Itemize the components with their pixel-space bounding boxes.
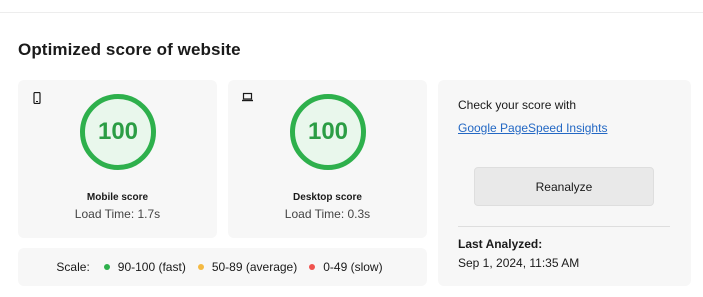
desktop-score-gauge: 100 bbox=[290, 94, 366, 170]
desktop-score-label: Desktop score bbox=[293, 192, 362, 203]
desktop-load-time: Load Time: 0.3s bbox=[284, 207, 371, 221]
scale-item-label: 0-49 (slow) bbox=[323, 260, 383, 274]
scale-item-slow: 0-49 (slow) bbox=[309, 260, 383, 274]
green-dot-icon bbox=[103, 264, 110, 270]
scale-item-label: 90-100 (fast) bbox=[117, 260, 186, 274]
mobile-score-card: 100 Mobile score Load Time: 1.7s bbox=[18, 80, 217, 238]
red-dot-icon bbox=[309, 264, 316, 270]
mobile-phone-icon bbox=[32, 92, 42, 104]
scale-item-average: 50-89 (average) bbox=[197, 260, 298, 274]
analysis-panel: Check your score with Google PageSpeed I… bbox=[438, 80, 691, 286]
desktop-score-value: 100 bbox=[307, 118, 349, 145]
laptop-icon bbox=[242, 92, 253, 104]
panel-divider bbox=[458, 226, 670, 227]
pagespeed-insights-link[interactable]: Google PageSpeed Insights bbox=[458, 121, 607, 135]
top-divider bbox=[0, 12, 703, 13]
mobile-score-gauge: 100 bbox=[80, 94, 156, 170]
scale-legend: Scale: 90-100 (fast) 50-89 (average) 0-4… bbox=[18, 248, 427, 286]
desktop-score-card: 100 Desktop score Load Time: 0.3s bbox=[228, 80, 427, 238]
scale-item-fast: 90-100 (fast) bbox=[103, 260, 186, 274]
mobile-score-value: 100 bbox=[97, 118, 139, 145]
reanalyze-button[interactable]: Reanalyze bbox=[474, 167, 654, 206]
scale-label: Scale: bbox=[56, 260, 90, 274]
scale-item-label: 50-89 (average) bbox=[211, 260, 298, 274]
section-title: Optimized score of website bbox=[18, 40, 241, 59]
last-analyzed-value: Sep 1, 2024, 11:35 AM bbox=[458, 256, 580, 270]
orange-dot-icon bbox=[197, 264, 204, 270]
mobile-score-label: Mobile score bbox=[86, 192, 149, 203]
last-analyzed-label: Last Analyzed: bbox=[458, 237, 543, 251]
check-score-text: Check your score with bbox=[458, 98, 577, 112]
mobile-load-time: Load Time: 1.7s bbox=[74, 207, 161, 221]
